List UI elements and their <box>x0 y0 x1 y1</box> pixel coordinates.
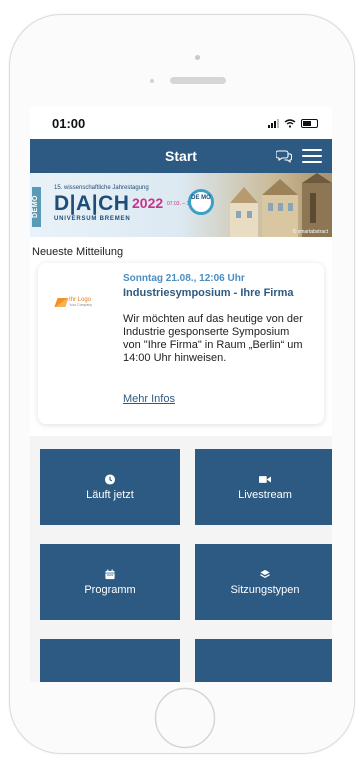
layers-icon <box>260 569 270 578</box>
app-header: Start <box>30 139 332 173</box>
tile-label: Sitzungstypen <box>230 583 300 596</box>
tile-label: Livestream <box>238 488 292 501</box>
banner-demo-label: DEMO <box>32 187 41 227</box>
section-heading: Neueste Mitteilung <box>30 237 332 259</box>
earpiece-speaker <box>170 77 226 84</box>
company-logo: Ihr Logo Your Company <box>54 295 96 309</box>
tile-program[interactable]: Programm <box>40 544 180 620</box>
company-logo-mark <box>54 297 69 307</box>
hamburger-menu-icon[interactable] <box>302 149 322 163</box>
tile-partial[interactable] <box>40 639 180 682</box>
latest-message-section: Ihr Logo Your Company Sonntag 21.08., 12… <box>30 259 332 436</box>
banner-venue: UNIVERSUM BREMEN <box>54 216 131 222</box>
congress-banner[interactable]: DEMO 15. wissenschaftliche Jahrestagung … <box>30 173 332 237</box>
banner-subtitle: 15. wissenschaftliche Jahrestagung <box>54 185 149 191</box>
tile-partial[interactable] <box>195 639 332 682</box>
status-bar: 01:00 <box>30 107 332 139</box>
tile-label: Läuft jetzt <box>86 488 134 501</box>
calendar-icon <box>105 568 115 579</box>
tile-livestream[interactable]: Livestream <box>195 449 332 525</box>
town-hall-illustration <box>230 173 332 237</box>
news-card[interactable]: Ihr Logo Your Company Sonntag 21.08., 12… <box>38 263 324 424</box>
banner-main-title: D|A|CH <box>54 192 130 215</box>
tile-grid: Läuft jetzt Livestream Programm Sitzungs… <box>30 436 332 682</box>
status-time: 01:00 <box>52 115 86 131</box>
home-button[interactable] <box>154 687 216 749</box>
news-body: Wir möchten auf das heutige von der Indu… <box>123 313 303 364</box>
clock-icon <box>104 473 116 485</box>
banner-year: 2022 <box>132 195 164 211</box>
news-title: Industriesymposium - Ihre Firma <box>123 287 294 299</box>
tile-running-now[interactable]: Läuft jetzt <box>40 449 180 525</box>
video-camera-icon <box>259 475 271 483</box>
front-camera <box>150 79 154 83</box>
signal-icon <box>268 118 279 128</box>
page-title: Start <box>165 148 197 164</box>
more-info-link[interactable]: Mehr Infos <box>123 393 175 405</box>
banner-credit: © smartabstract <box>292 229 328 235</box>
front-sensor <box>195 55 200 60</box>
banner-logo: DE MO <box>188 189 214 215</box>
battery-icon <box>301 118 318 128</box>
wifi-icon <box>284 118 296 128</box>
status-icons <box>268 118 318 128</box>
tile-session-types[interactable]: Sitzungstypen <box>195 544 332 620</box>
tile-label: Programm <box>84 583 136 596</box>
app-screen: 01:00 Start DEMO 15. wissenschaftliche J… <box>30 107 332 682</box>
chat-bubbles-icon[interactable] <box>276 148 292 164</box>
news-date: Sonntag 21.08., 12:06 Uhr <box>123 273 245 284</box>
logo-tagline: Your Company <box>69 303 93 307</box>
